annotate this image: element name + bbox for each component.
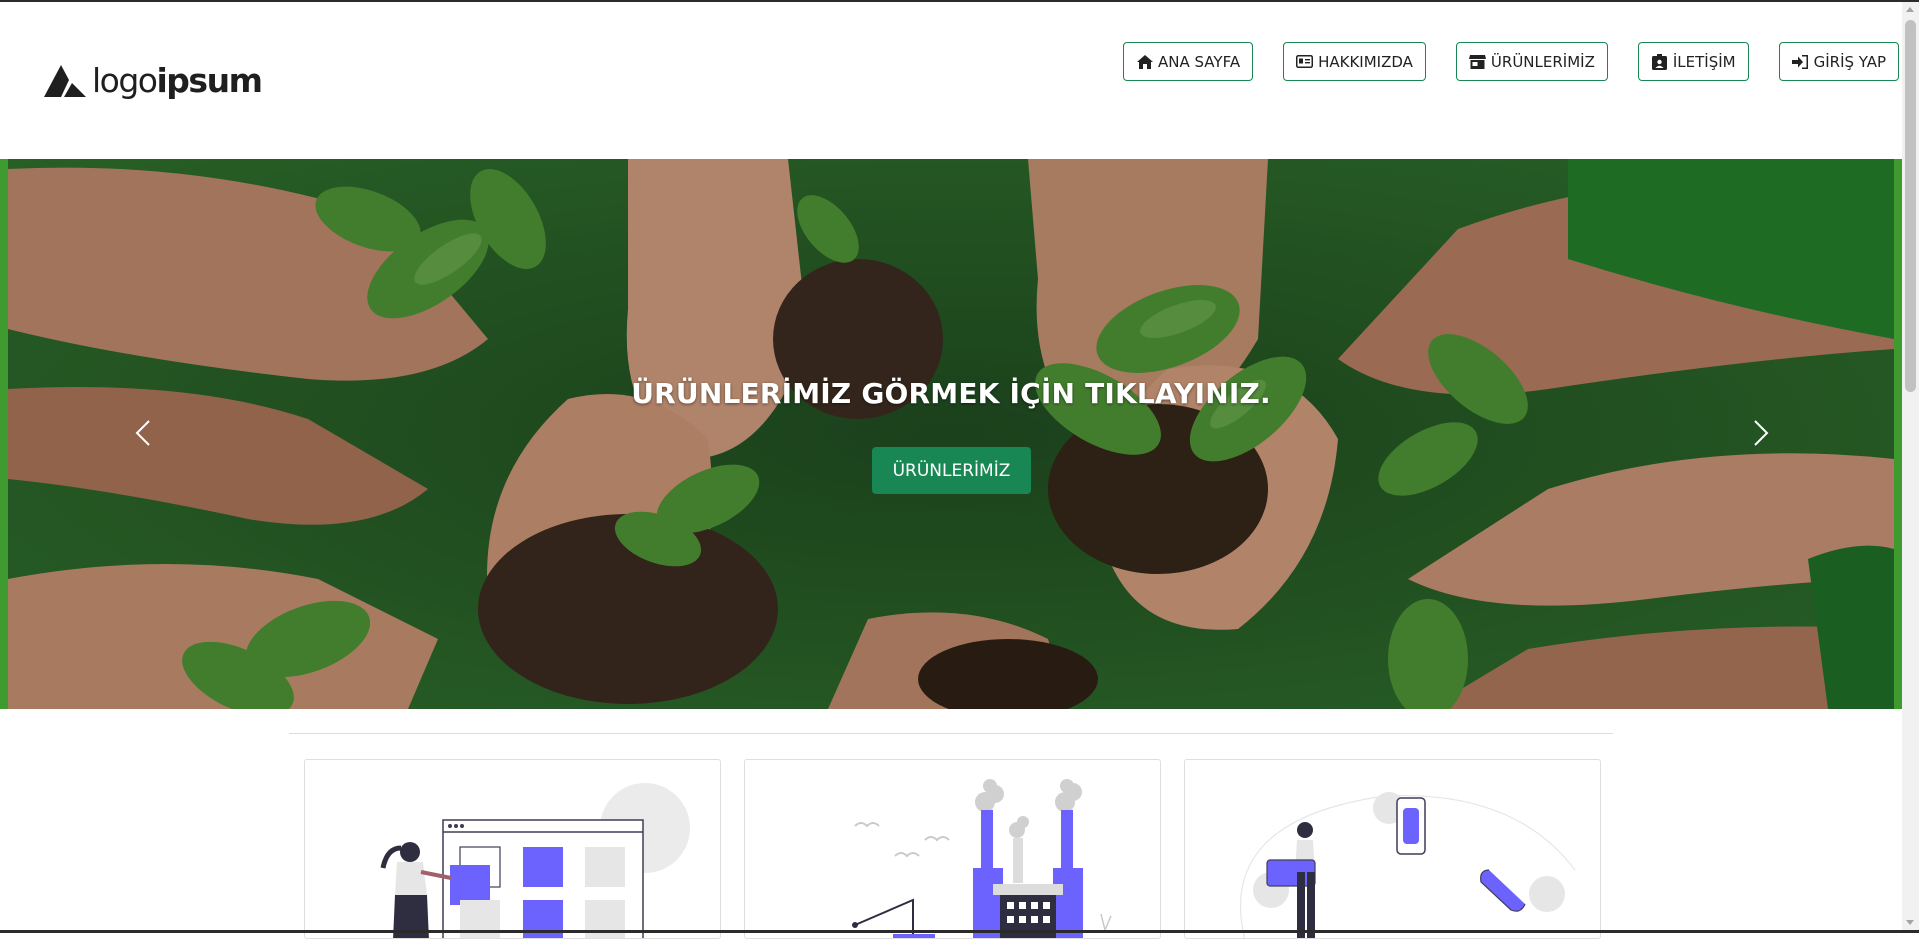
- nav-about-label: HAKKIMIZDA: [1318, 52, 1413, 71]
- feature-card-1[interactable]: [304, 759, 721, 939]
- logo-text-bold: ipsum: [156, 60, 263, 100]
- factory-illustration: [852, 779, 1112, 938]
- feature-card-2[interactable]: [744, 759, 1161, 939]
- hero-caption: ÜRÜNLERİMİZ GÖRMEK İÇİN TIKLAYINIZ.: [0, 377, 1902, 410]
- scroll-down-arrow-icon[interactable]: [1906, 920, 1914, 925]
- nav-home-button[interactable]: ANA SAYFA: [1123, 42, 1254, 81]
- nav-contact-button[interactable]: İLETİŞİM: [1637, 42, 1749, 81]
- site-logo[interactable]: logoipsum: [44, 60, 263, 100]
- hero-frame-right: [1894, 159, 1902, 709]
- nav-contact-label: İLETİŞİM: [1672, 52, 1736, 71]
- carousel-next-button[interactable]: [1745, 418, 1775, 448]
- carousel-prev-button[interactable]: [129, 418, 159, 448]
- nav-login-label: GİRİŞ YAP: [1813, 52, 1887, 71]
- sign-in-icon: [1791, 54, 1809, 69]
- nav-login-button[interactable]: GİRİŞ YAP: [1778, 42, 1900, 81]
- logo-mark-icon: [44, 65, 86, 97]
- section-divider: [289, 733, 1613, 734]
- logo-text: logoipsum: [92, 60, 263, 100]
- chevron-right-icon: [1754, 420, 1769, 446]
- hero-products-button[interactable]: ÜRÜNLERİMİZ: [872, 447, 1031, 494]
- chevron-left-icon: [135, 420, 150, 446]
- logo-text-light: logo: [92, 60, 158, 100]
- nav-home-label: ANA SAYFA: [1158, 52, 1241, 71]
- nav-products-button[interactable]: ÜRÜNLERİMİZ: [1455, 42, 1608, 81]
- scroll-up-arrow-icon[interactable]: [1906, 7, 1914, 12]
- hero-overlay: [0, 159, 1902, 709]
- scrollbar-thumb[interactable]: [1905, 20, 1916, 392]
- id-card-icon: [1296, 54, 1314, 69]
- nav-about-button[interactable]: HAKKIMIZDA: [1283, 42, 1426, 81]
- woman-with-phone-illustration: [1240, 792, 1576, 938]
- site-header: logoipsum ANA SAYFA HAKKIMIZDA ÜRÜNLERİM…: [0, 2, 1902, 159]
- main-nav: ANA SAYFA HAKKIMIZDA ÜRÜNLERİMİZ İLETİŞİ…: [1123, 42, 1900, 81]
- feature-card-3[interactable]: [1184, 759, 1601, 939]
- store-icon: [1468, 54, 1486, 69]
- hero-carousel: ÜRÜNLERİMİZ GÖRMEK İÇİN TIKLAYINIZ. ÜRÜN…: [0, 159, 1902, 709]
- home-icon: [1136, 54, 1153, 69]
- hero-caption-title: ÜRÜNLERİMİZ GÖRMEK İÇİN TIKLAYINIZ.: [631, 377, 1271, 410]
- nav-products-label: ÜRÜNLERİMİZ: [1490, 52, 1595, 71]
- contact-badge-icon: [1651, 53, 1668, 70]
- hero-frame-left: [0, 159, 8, 709]
- woman-with-blocks-illustration: [380, 783, 690, 938]
